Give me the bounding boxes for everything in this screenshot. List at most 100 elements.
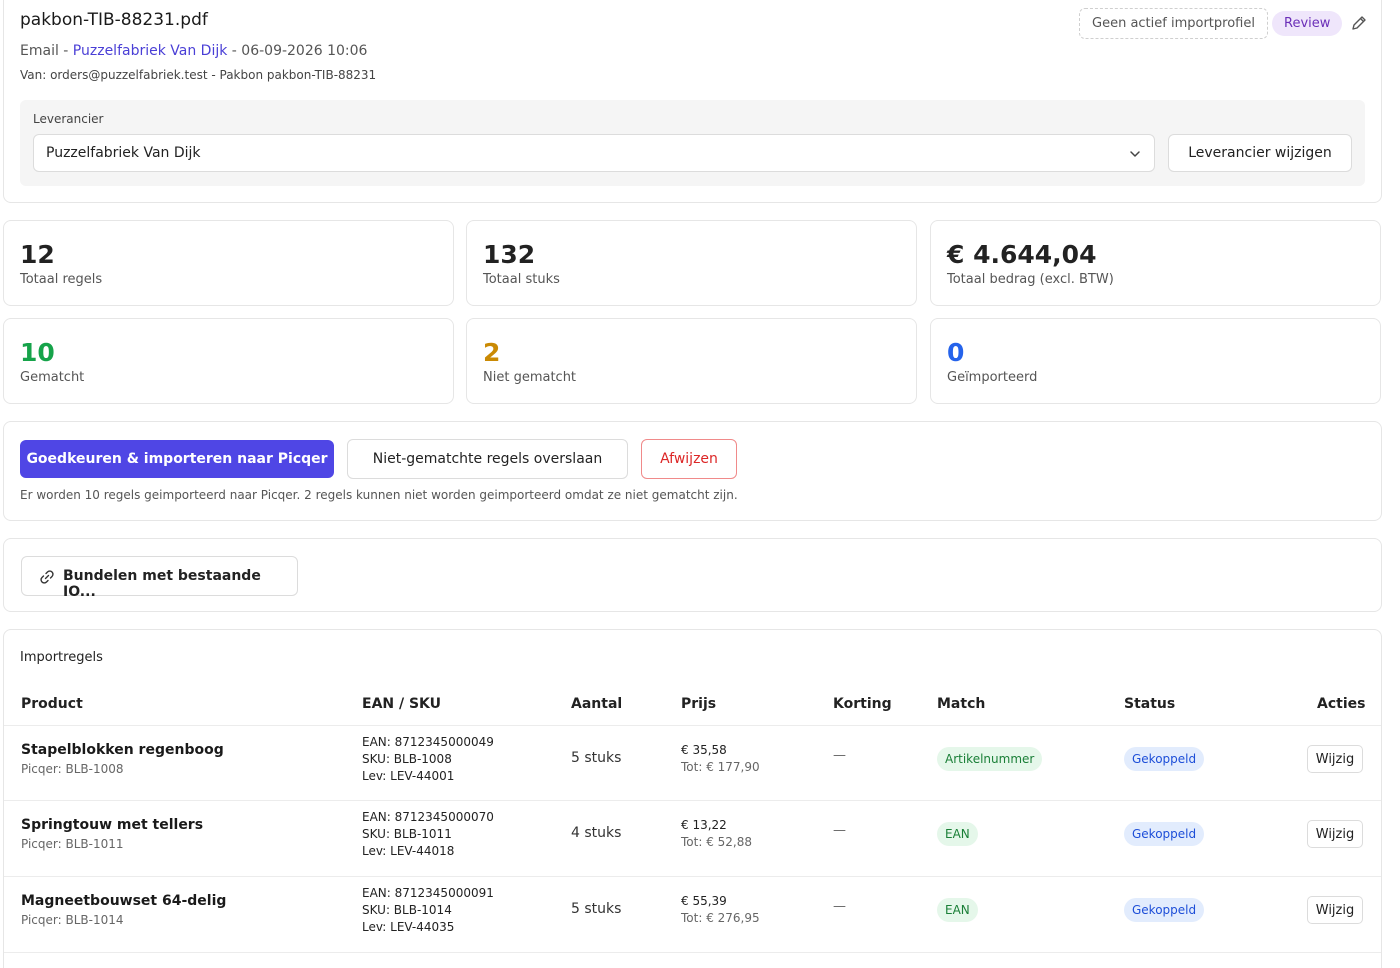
bundle-button[interactable]: Bundelen met bestaande IO... bbox=[21, 556, 298, 600]
supplier-label: Leverancier bbox=[33, 112, 104, 126]
product-picqer-sku: Picqer: BLB-1008 bbox=[21, 762, 124, 776]
stat-imported: 0 Geïmporteerd bbox=[930, 318, 1381, 404]
quantity: 4 stuks bbox=[571, 825, 622, 841]
product-name: Springtouw met tellers bbox=[21, 817, 204, 833]
ean-value: EAN: 8712345000049 bbox=[362, 735, 494, 749]
line-total: Tot: € 276,95 bbox=[681, 911, 760, 925]
edit-row-button[interactable]: Wijzig bbox=[1307, 820, 1363, 848]
source-label: Email bbox=[20, 43, 59, 59]
supplier-code: Lev: LEV-44018 bbox=[362, 844, 455, 858]
stat-matched: 10 Gematcht bbox=[3, 318, 454, 404]
stat-value: € 4.644,04 bbox=[947, 240, 1097, 269]
table-row: Magneetbouwset 64-delig Picqer: BLB-1014… bbox=[4, 877, 1381, 953]
section-title: Importregels bbox=[20, 650, 103, 665]
ean-sku-block: EAN: 8712345000049 SKU: BLB-1008 Lev: LE… bbox=[362, 734, 494, 785]
table-row: Springtouw met tellers Picqer: BLB-1011 … bbox=[4, 801, 1381, 877]
stat-label: Niet gematcht bbox=[483, 370, 577, 385]
link-icon bbox=[40, 570, 54, 584]
match-badge: EAN bbox=[937, 898, 978, 922]
stat-total-pieces: 132 Totaal stuks bbox=[466, 220, 917, 306]
match-badge: Artikelnummer bbox=[937, 747, 1043, 771]
price-block: € 35,58 Tot: € 177,90 bbox=[681, 742, 760, 776]
stat-label: Totaal stuks bbox=[483, 272, 560, 287]
supplier-code: Lev: LEV-44035 bbox=[362, 920, 455, 934]
price-block: € 55,39 Tot: € 276,95 bbox=[681, 893, 760, 927]
stat-label: Totaal bedrag (excl. BTW) bbox=[947, 272, 1114, 287]
meta-separator: - bbox=[58, 43, 73, 59]
line-total: Tot: € 52,88 bbox=[681, 835, 752, 849]
supplier-panel: Leverancier Puzzelfabriek Van Dijk Lever… bbox=[20, 100, 1365, 186]
unit-price: € 35,58 bbox=[681, 743, 727, 757]
column-header-ean-sku[interactable]: EAN / SKU bbox=[362, 696, 441, 712]
stat-unmatched: 2 Niet gematcht bbox=[466, 318, 917, 404]
match-badge: EAN bbox=[937, 822, 978, 846]
bundle-button-label: Bundelen met bestaande IO... bbox=[63, 568, 261, 600]
stat-value: 132 bbox=[483, 240, 536, 269]
price-block: € 13,22 Tot: € 52,88 bbox=[681, 817, 752, 851]
column-header-product[interactable]: Product bbox=[21, 696, 83, 712]
product-name: Magneetbouwset 64-delig bbox=[21, 893, 227, 909]
status-badge: Gekoppeld bbox=[1124, 822, 1205, 846]
import-lines-card: Importregels Product EAN / SKU Aantal Pr… bbox=[3, 629, 1382, 968]
ean-sku-block: EAN: 8712345000091 SKU: BLB-1014 Lev: LE… bbox=[362, 885, 494, 936]
chevron-down-icon bbox=[1130, 151, 1140, 157]
supplier-selected-value: Puzzelfabriek Van Dijk bbox=[46, 145, 201, 161]
product-name: Stapelblokken regenboog bbox=[21, 742, 224, 758]
edit-row-button[interactable]: Wijzig bbox=[1307, 745, 1363, 773]
stat-value: 0 bbox=[947, 338, 965, 367]
line-total: Tot: € 177,90 bbox=[681, 760, 760, 774]
column-header-status[interactable]: Status bbox=[1124, 696, 1175, 712]
stat-label: Totaal regels bbox=[20, 272, 103, 287]
reject-button[interactable]: Afwijzen bbox=[641, 439, 737, 479]
unit-price: € 13,22 bbox=[681, 818, 727, 832]
edit-row-button[interactable]: Wijzig bbox=[1307, 896, 1363, 924]
unit-price: € 55,39 bbox=[681, 894, 727, 908]
sku-value: SKU: BLB-1014 bbox=[362, 903, 452, 917]
stat-label: Geïmporteerd bbox=[947, 370, 1038, 385]
discount: — bbox=[833, 899, 846, 914]
status-badge: Gekoppeld bbox=[1124, 747, 1205, 771]
supplier-select[interactable]: Puzzelfabriek Van Dijk bbox=[33, 134, 1155, 172]
pencil-icon[interactable] bbox=[1349, 13, 1369, 33]
action-card: Goedkeuren & importeren naar Picqer Niet… bbox=[3, 421, 1382, 521]
column-header-match[interactable]: Match bbox=[937, 696, 985, 712]
received-datetime: 06-09-2026 10:06 bbox=[241, 43, 368, 59]
column-header-price[interactable]: Prijs bbox=[681, 696, 716, 712]
approve-import-button[interactable]: Goedkeuren & importeren naar Picqer bbox=[20, 440, 334, 478]
discount: — bbox=[833, 748, 846, 763]
product-picqer-sku: Picqer: BLB-1011 bbox=[21, 837, 124, 851]
ean-sku-block: EAN: 8712345000070 SKU: BLB-1011 Lev: LE… bbox=[362, 809, 494, 860]
quantity: 5 stuks bbox=[571, 901, 622, 917]
column-header-actions: Acties bbox=[1317, 696, 1366, 712]
stat-total-amount: € 4.644,04 Totaal bedrag (excl. BTW) bbox=[930, 220, 1381, 306]
meta-separator: - bbox=[227, 43, 242, 59]
bundle-card: Bundelen met bestaande IO... bbox=[3, 538, 1382, 612]
sku-value: SKU: BLB-1008 bbox=[362, 752, 452, 766]
document-meta: Email - Puzzelfabriek Van Dijk - 06-09-2… bbox=[20, 43, 367, 59]
stat-label: Gematcht bbox=[20, 370, 85, 385]
quantity: 5 stuks bbox=[571, 750, 622, 766]
stat-value: 12 bbox=[20, 240, 55, 269]
ean-value: EAN: 8712345000070 bbox=[362, 810, 494, 824]
supplier-code: Lev: LEV-44001 bbox=[362, 769, 455, 783]
table-row: Stapelblokken regenboog Picqer: BLB-1008… bbox=[4, 725, 1381, 801]
import-profile-badge[interactable]: Geen actief importprofiel bbox=[1079, 8, 1268, 39]
status-badge-review: Review bbox=[1272, 11, 1343, 36]
import-note: Er worden 10 regels geimporteerd naar Pi… bbox=[20, 488, 738, 502]
ean-value: EAN: 8712345000091 bbox=[362, 886, 494, 900]
file-title: pakbon-TIB-88231.pdf bbox=[20, 10, 208, 30]
document-header-card: pakbon-TIB-88231.pdf Email - Puzzelfabri… bbox=[3, 0, 1382, 203]
product-picqer-sku: Picqer: BLB-1014 bbox=[21, 913, 124, 927]
supplier-link[interactable]: Puzzelfabriek Van Dijk bbox=[73, 43, 228, 59]
sender-line: Van: orders@puzzelfabriek.test - Pakbon … bbox=[20, 68, 377, 82]
status-badge: Gekoppeld bbox=[1124, 898, 1205, 922]
change-supplier-button[interactable]: Leverancier wijzigen bbox=[1168, 134, 1352, 172]
column-header-quantity[interactable]: Aantal bbox=[571, 696, 622, 712]
discount: — bbox=[833, 823, 846, 838]
column-header-discount[interactable]: Korting bbox=[833, 696, 892, 712]
stat-value: 10 bbox=[20, 338, 55, 367]
stat-value: 2 bbox=[483, 338, 501, 367]
sku-value: SKU: BLB-1011 bbox=[362, 827, 452, 841]
stat-total-lines: 12 Totaal regels bbox=[3, 220, 454, 306]
skip-unmatched-button[interactable]: Niet-gematchte regels overslaan bbox=[347, 439, 628, 479]
